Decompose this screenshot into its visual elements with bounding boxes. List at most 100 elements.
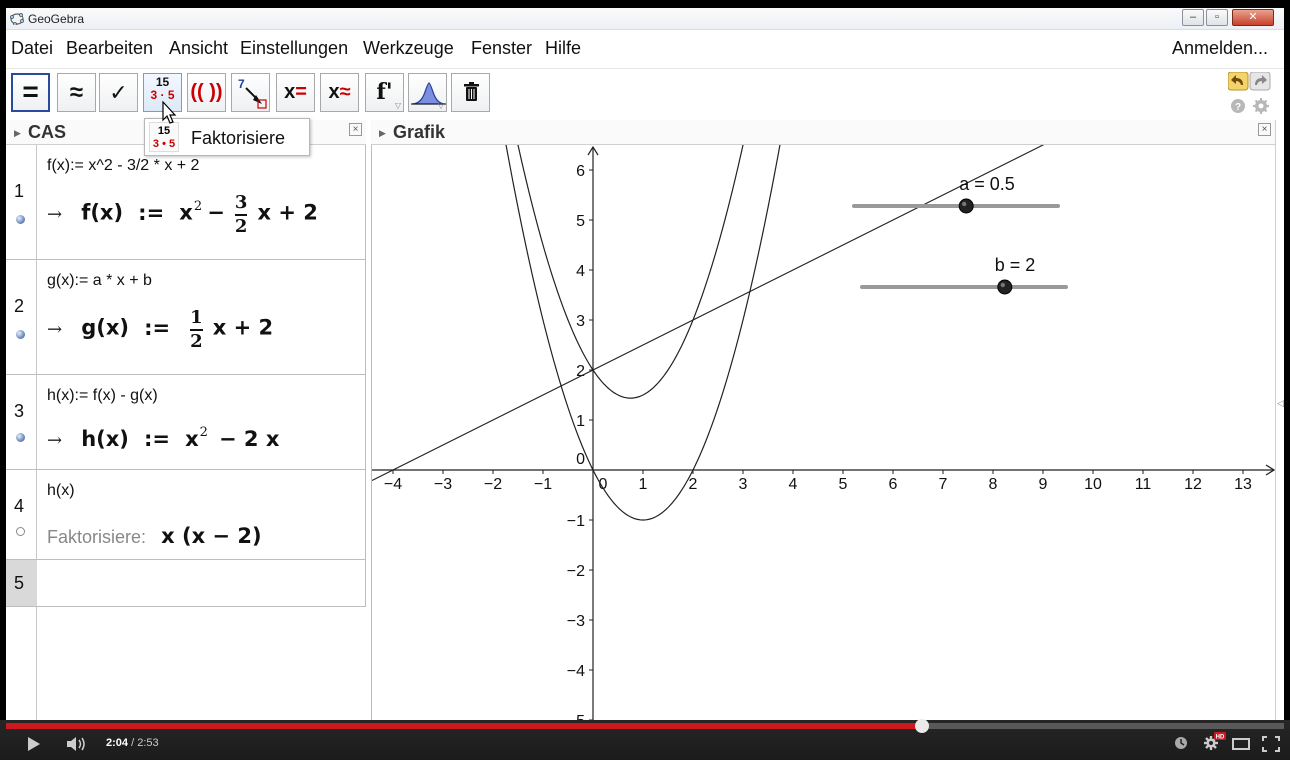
- output-name: f(x): [81, 200, 124, 225]
- evaluate-tool-button[interactable]: =: [11, 73, 50, 112]
- graphics-canvas[interactable]: −4 −3 −2 −1 0 1 2 3 4 5 6 7 8 9 10 11 12 136543210−1−2−3−…: [372, 145, 1275, 724]
- undo-icon[interactable]: [1227, 71, 1249, 91]
- visibility-toggle-icon[interactable]: [16, 330, 25, 339]
- menu-bearbeiten[interactable]: Bearbeiten: [66, 38, 153, 59]
- x-tick-label: 6: [889, 476, 898, 493]
- minimize-button[interactable]: –: [1182, 9, 1204, 26]
- theater-mode-icon[interactable]: [1232, 738, 1250, 750]
- y-tick-label: −4: [567, 663, 585, 680]
- curve-f[interactable]: [508, 145, 752, 399]
- cas-input[interactable]: h(x): [47, 482, 75, 500]
- y-tick-label: 5: [576, 213, 585, 230]
- menu-einstellungen[interactable]: Einstellungen: [240, 38, 348, 59]
- substitute-tool-button[interactable]: 7: [231, 73, 270, 112]
- output-name: h(x): [81, 427, 129, 451]
- maximize-button[interactable]: ▫: [1206, 9, 1228, 26]
- y-tick-label: 1: [576, 413, 585, 430]
- x-tick-label: −1: [534, 476, 552, 493]
- numeric-tool-button[interactable]: ≈: [57, 73, 96, 112]
- x-tick-label: 11: [1135, 476, 1152, 493]
- output-fraction: 1 2: [190, 308, 203, 352]
- menu-werkzeuge[interactable]: Werkzeuge: [363, 38, 454, 59]
- slider-b-knob[interactable]: [997, 279, 1013, 295]
- visibility-toggle-icon[interactable]: [16, 527, 25, 536]
- settings-gear-icon[interactable]: [1253, 98, 1269, 114]
- output-exponent: 2: [193, 198, 203, 214]
- login-link[interactable]: Anmelden...: [1172, 38, 1268, 59]
- play-icon[interactable]: [26, 736, 42, 752]
- volume-icon[interactable]: [66, 736, 88, 752]
- factor-icon-top: 15: [155, 75, 170, 89]
- menu-bar: Datei Bearbeiten Ansicht Einstellungen W…: [6, 36, 1284, 64]
- expand-panel-icon[interactable]: ◁: [1277, 398, 1284, 409]
- close-window-button[interactable]: ✕: [1232, 9, 1274, 26]
- menu-hilfe[interactable]: Hilfe: [545, 38, 581, 59]
- cas-input[interactable]: g(x):= a * x + b: [47, 272, 152, 290]
- factor-icon-b: 5: [167, 88, 175, 102]
- cas-row-1[interactable]: 1 f(x):= x^2 - 3/2 * x + 2 → f(x) := x2 …: [6, 145, 366, 260]
- cas-output: Faktorisiere: x (x − 2): [47, 524, 262, 548]
- slider-b-knob-highlight: [1000, 282, 1005, 288]
- trash-icon: [464, 82, 479, 101]
- keep-input-tool-button[interactable]: ✓: [99, 73, 138, 112]
- cas-input[interactable]: f(x):= x^2 - 3/2 * x + 2: [47, 157, 199, 175]
- cas-row-5[interactable]: 5: [6, 560, 366, 607]
- probability-tool-button[interactable]: ▽: [408, 73, 447, 112]
- redo-icon[interactable]: [1249, 71, 1271, 91]
- slider-a-label: a = 0.5: [959, 174, 1015, 194]
- curve-h[interactable]: [498, 145, 788, 521]
- y-tick-label: 3: [576, 313, 585, 330]
- cas-panel-title: CAS: [28, 122, 67, 142]
- solve-numerically-icon: x≈: [328, 81, 351, 103]
- y-tick-label: −1: [567, 513, 585, 530]
- expand-tool-button[interactable]: (( )): [187, 73, 226, 112]
- cas-output: → f(x) := x2 − 3 2 x + 2: [47, 193, 318, 237]
- cas-row-3[interactable]: 3 h(x):= f(x) - g(x) → h(x) := x2 − 2 x: [6, 375, 366, 470]
- solve-tool-button[interactable]: x=: [276, 73, 315, 112]
- undo-redo-group: ?: [1227, 71, 1272, 123]
- fullscreen-icon[interactable]: [1262, 736, 1280, 752]
- visibility-toggle-icon[interactable]: [16, 433, 25, 442]
- progress-bar[interactable]: [6, 719, 1284, 733]
- slider-a-knob[interactable]: [958, 198, 974, 214]
- menu-fenster[interactable]: Fenster: [471, 38, 532, 59]
- tooltip-icon-bottom: 3 • 5: [152, 138, 176, 150]
- fraction-numerator: 3: [234, 192, 248, 213]
- cas-input[interactable]: h(x):= f(x) - g(x): [47, 387, 158, 405]
- y-tick-label: 0: [576, 451, 585, 468]
- cas-row-2[interactable]: 2 g(x):= a * x + b → g(x) := 1 2 x + 2: [6, 260, 366, 375]
- graphics-view[interactable]: −4 −3 −2 −1 0 1 2 3 4 5 6 7 8 9 10 11 12 13 6 5 4 3 2 1 0 −1 −2 −3−…: [371, 145, 1275, 724]
- close-cas-panel-button[interactable]: ×: [349, 123, 362, 136]
- menu-datei[interactable]: Datei: [11, 38, 53, 59]
- collapse-triangle-icon[interactable]: ▶: [379, 128, 386, 139]
- collapse-triangle-icon[interactable]: ▶: [14, 128, 21, 139]
- graphics-panel-header: ▶ Grafik ×: [371, 120, 1275, 145]
- output-tail: − 2 x: [219, 427, 280, 451]
- delete-tool-button[interactable]: [451, 73, 490, 112]
- y-tick-label: 4: [576, 263, 585, 280]
- row-number: 1: [14, 181, 25, 201]
- watch-later-icon[interactable]: [1174, 736, 1188, 750]
- visibility-toggle-icon[interactable]: [16, 215, 25, 224]
- title-bar: GeoGebra – ▫ ✕: [6, 8, 1284, 30]
- expand-icon: (( )): [190, 81, 223, 103]
- derivative-tool-button[interactable]: f' ▽: [365, 73, 404, 112]
- progress-knob[interactable]: [915, 719, 930, 733]
- output-assign: :=: [143, 427, 170, 451]
- solve-numerically-tool-button[interactable]: x≈: [320, 73, 359, 112]
- window-title: GeoGebra: [28, 12, 85, 26]
- line-g[interactable]: [372, 145, 1142, 482]
- settings-gear-icon[interactable]: HD: [1202, 732, 1226, 752]
- close-graphics-panel-button[interactable]: ×: [1258, 123, 1271, 136]
- help-icon[interactable]: ?: [1231, 99, 1245, 113]
- mouse-cursor-icon: [162, 101, 177, 124]
- hd-badge: HD: [1216, 735, 1225, 741]
- output-fraction: 3 2: [234, 192, 248, 237]
- menu-ansicht[interactable]: Ansicht: [169, 38, 228, 59]
- graphics-side-strip: ◁: [1275, 120, 1284, 724]
- x-tick-label: −2: [484, 476, 502, 493]
- equals-icon: =: [22, 76, 39, 107]
- cas-row-4[interactable]: 4 h(x) Faktorisiere: x (x − 2): [6, 470, 366, 560]
- factor-icon: 15 3 · 5: [150, 75, 175, 102]
- geogebra-logo-icon: [10, 13, 24, 25]
